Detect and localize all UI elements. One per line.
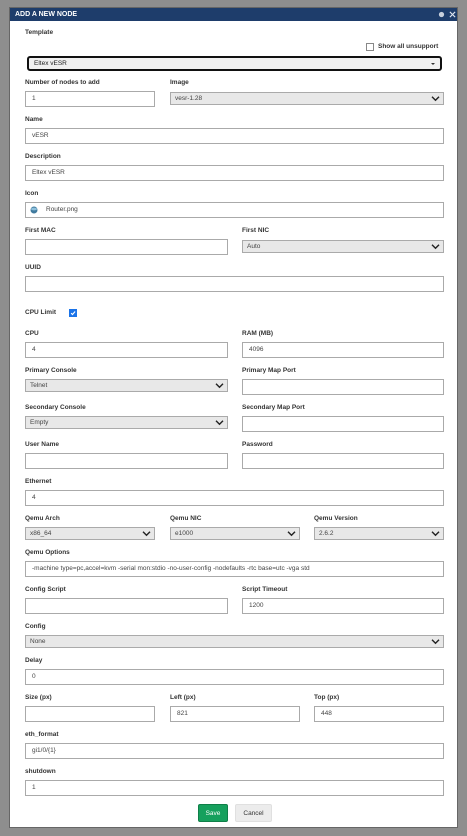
add-node-dialog: ADD A NEW NODE Template Show all unsuppo… xyxy=(9,7,458,828)
save-button[interactable]: Save xyxy=(198,804,228,822)
chevron-down-icon xyxy=(431,244,440,250)
qemu-arch-select[interactable]: x86_64 xyxy=(25,527,155,540)
cpu-label: CPU xyxy=(25,330,39,337)
chevron-down-icon xyxy=(215,383,224,389)
ram-input[interactable]: 4096 xyxy=(242,342,444,358)
chevron-down-icon xyxy=(142,531,151,537)
icon-select[interactable]: Router.png xyxy=(25,202,444,218)
first-nic-label: First NIC xyxy=(242,227,270,234)
ethernet-label: Ethernet xyxy=(25,478,52,485)
circle-icon[interactable] xyxy=(438,11,445,18)
qemu-version-label: Qemu Version xyxy=(314,515,358,522)
template-select[interactable]: Eltex vESR xyxy=(27,56,442,71)
template-label: Template xyxy=(25,29,54,36)
dialog-titlebar[interactable]: ADD A NEW NODE xyxy=(10,8,457,21)
top-input[interactable]: 448 xyxy=(314,706,444,722)
secondary-map-port-label: Secondary Map Port xyxy=(242,404,305,411)
uuid-label: UUID xyxy=(25,264,41,271)
primary-map-port-input[interactable] xyxy=(242,379,444,395)
config-script-label: Config Script xyxy=(25,586,66,593)
close-icon[interactable] xyxy=(449,11,456,18)
delay-input[interactable]: 0 xyxy=(25,669,444,685)
name-input[interactable]: vESR xyxy=(25,128,444,144)
qemu-options-label: Qemu Options xyxy=(25,549,70,556)
name-label: Name xyxy=(25,116,43,123)
description-label: Description xyxy=(25,153,61,160)
qemu-nic-label: Qemu NIC xyxy=(170,515,202,522)
qemu-arch-selected: x86_64 xyxy=(30,530,52,537)
nodes-input[interactable]: 1 xyxy=(25,91,155,107)
eth-format-label: eth_format xyxy=(25,731,59,738)
qemu-version-select[interactable]: 2.6.2 xyxy=(314,527,444,540)
config-select[interactable]: None xyxy=(25,635,444,648)
qemu-nic-select[interactable]: e1000 xyxy=(170,527,300,540)
config-script-input[interactable] xyxy=(25,598,228,614)
size-label: Size (px) xyxy=(25,694,52,701)
password-label: Password xyxy=(242,441,273,448)
username-label: User Name xyxy=(25,441,59,448)
primary-console-select[interactable]: Telnet xyxy=(25,379,228,392)
dialog-title: ADD A NEW NODE xyxy=(15,11,78,18)
primary-console-selected: Telnet xyxy=(30,382,48,389)
cpu-input[interactable]: 4 xyxy=(25,342,228,358)
username-input[interactable] xyxy=(25,453,228,469)
primary-console-label: Primary Console xyxy=(25,367,77,374)
shutdown-input[interactable]: 1 xyxy=(25,780,444,796)
left-input[interactable]: 821 xyxy=(170,706,300,722)
secondary-map-port-input[interactable] xyxy=(242,416,444,432)
image-select[interactable]: vesr-1.28 xyxy=(170,92,444,105)
qemu-arch-label: Qemu Arch xyxy=(25,515,60,522)
checkmark-icon xyxy=(70,311,76,316)
secondary-console-select[interactable]: Empty xyxy=(25,416,228,429)
delay-label: Delay xyxy=(25,657,43,664)
nodes-label: Number of nodes to add xyxy=(25,79,100,86)
show-all-label: Show all unsupport xyxy=(378,43,439,50)
config-label: Config xyxy=(25,623,46,630)
secondary-console-selected: Empty xyxy=(30,419,49,426)
first-mac-label: First MAC xyxy=(25,227,56,234)
chevron-down-icon xyxy=(431,639,440,645)
cancel-button[interactable]: Cancel xyxy=(235,804,272,822)
top-label: Top (px) xyxy=(314,694,340,701)
ethernet-input[interactable]: 4 xyxy=(25,490,444,506)
eth-format-input[interactable]: gi1/0/{1} xyxy=(25,743,444,759)
router-icon xyxy=(30,206,38,214)
script-timeout-input[interactable]: 1200 xyxy=(242,598,444,614)
description-input[interactable]: Eltex vESR xyxy=(25,165,444,181)
icon-value: Router.png xyxy=(46,206,78,213)
shutdown-label: shutdown xyxy=(25,768,56,775)
image-label: Image xyxy=(170,79,189,86)
show-all-checkbox[interactable] xyxy=(366,43,374,51)
secondary-console-label: Secondary Console xyxy=(25,404,86,411)
chevron-down-icon xyxy=(431,531,440,537)
ram-label: RAM (MB) xyxy=(242,330,274,337)
first-mac-input[interactable] xyxy=(25,239,228,255)
script-timeout-label: Script Timeout xyxy=(242,586,288,593)
caret-down-icon xyxy=(431,63,435,65)
first-nic-select[interactable]: Auto xyxy=(242,240,444,253)
password-input[interactable] xyxy=(242,453,444,469)
first-nic-selected: Auto xyxy=(247,243,261,250)
qemu-options-input[interactable]: -machine type=pc,accel=kvm -serial mon:s… xyxy=(25,561,444,577)
image-selected: vesr-1.28 xyxy=(175,95,203,102)
qemu-version-selected: 2.6.2 xyxy=(319,530,334,537)
chevron-down-icon xyxy=(215,420,224,426)
chevron-down-icon xyxy=(431,96,440,102)
cpu-limit-label: CPU Limit xyxy=(25,309,57,316)
left-label: Left (px) xyxy=(170,694,196,701)
uuid-input[interactable] xyxy=(25,276,444,292)
chevron-down-icon xyxy=(287,531,296,537)
icon-label: Icon xyxy=(25,190,39,197)
cpu-limit-checkbox[interactable] xyxy=(69,309,77,317)
primary-map-port-label: Primary Map Port xyxy=(242,367,296,374)
qemu-nic-selected: e1000 xyxy=(175,530,194,537)
config-selected: None xyxy=(30,638,46,645)
template-selected: Eltex vESR xyxy=(34,60,67,67)
size-input[interactable] xyxy=(25,706,155,722)
